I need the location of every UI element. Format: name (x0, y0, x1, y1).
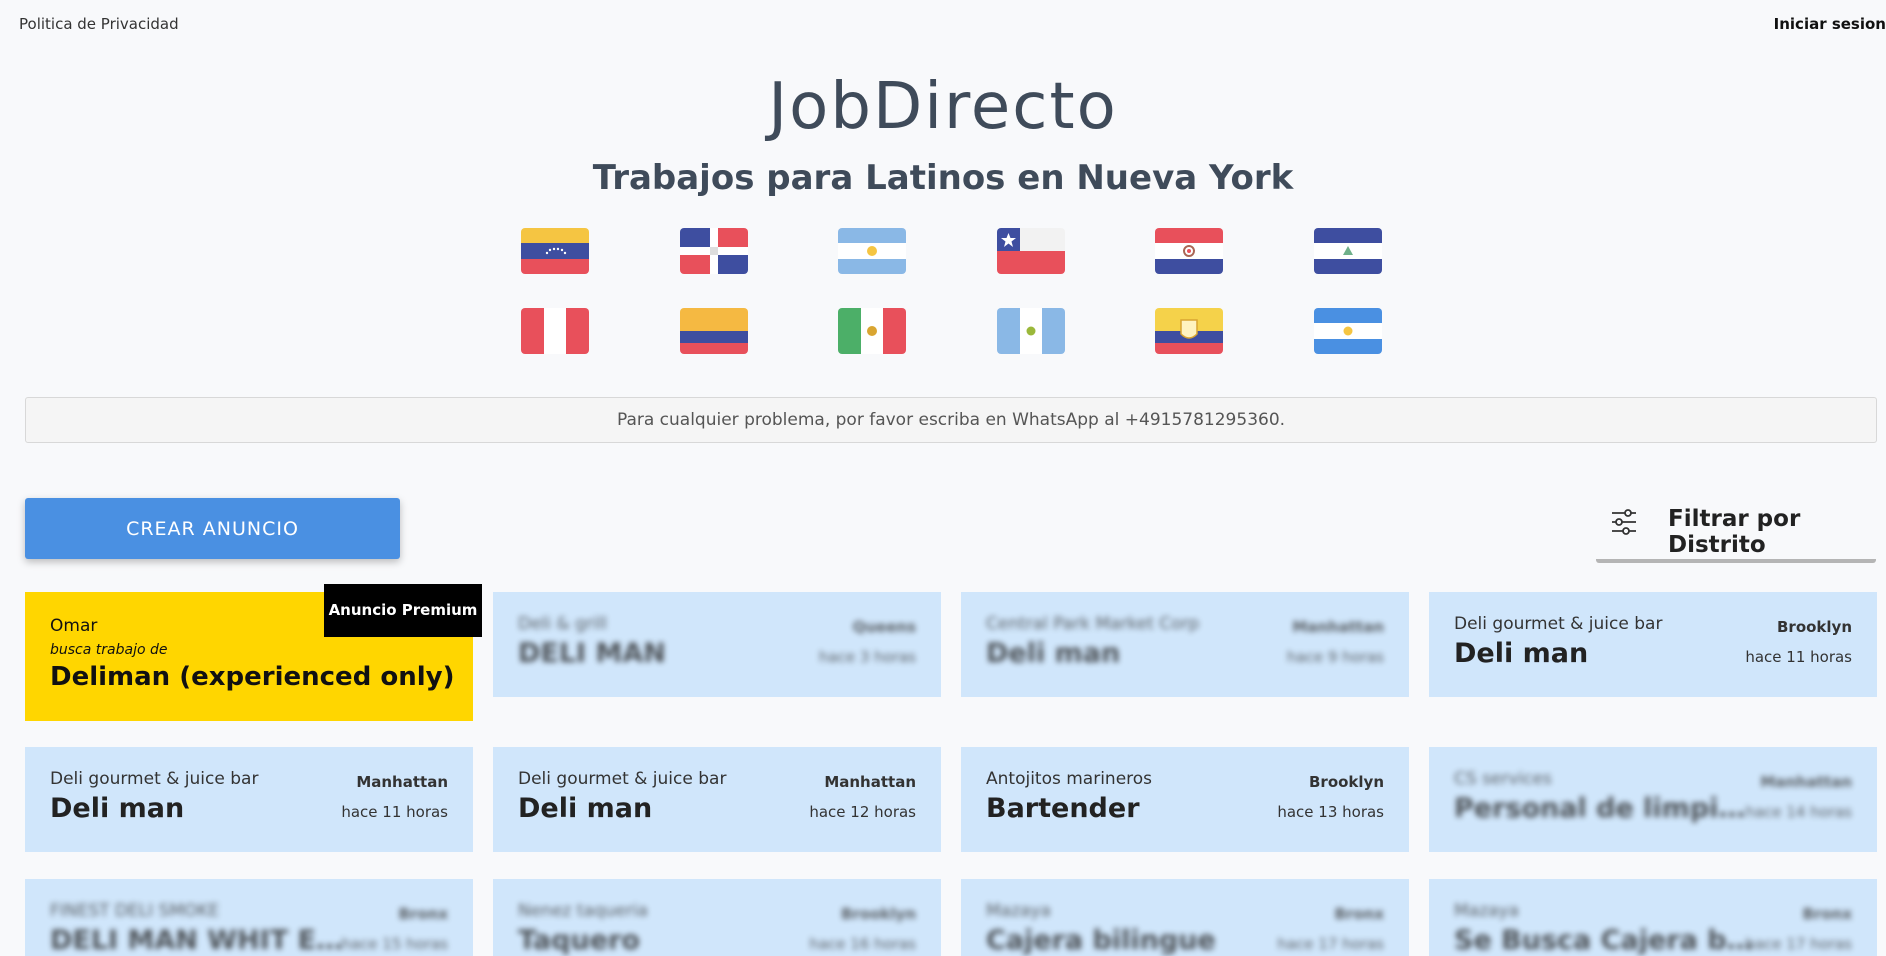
job-company: Deli gourmet & juice bar (50, 769, 259, 789)
job-district: Manhattan (824, 773, 916, 791)
job-time: hace 13 horas (1277, 803, 1384, 821)
dominican-republic-flag[interactable] (680, 228, 748, 274)
job-card[interactable]: Deli gourmet & juice bar Deli man Manhat… (25, 747, 473, 852)
ecuador-flag[interactable] (1155, 308, 1223, 354)
login-link[interactable]: Iniciar sesion (1774, 15, 1886, 33)
job-district: Manhattan (356, 773, 448, 791)
guatemala-flag[interactable] (997, 308, 1065, 354)
venezuela-flag[interactable] (521, 228, 589, 274)
job-time: hace 11 horas (1745, 648, 1852, 666)
job-district: Bronx (1802, 905, 1853, 923)
peru-flag[interactable] (521, 308, 589, 354)
filter-district-button[interactable]: Filtrar por Distrito (1596, 488, 1876, 563)
mexico-flag[interactable] (838, 308, 906, 354)
create-ad-button[interactable]: CREAR ANUNCIO (25, 498, 400, 559)
job-title: Personal de limpiezas ... (1454, 793, 1754, 824)
job-title: Bartender (986, 793, 1140, 824)
job-district: Brooklyn (840, 905, 916, 923)
job-title: Deli man (50, 793, 185, 824)
job-district: Bronx (1334, 905, 1385, 923)
job-title: Cajera bilingue (986, 925, 1216, 956)
job-company: FINEST DELI SMOKE (50, 901, 220, 921)
sliders-icon (1608, 506, 1640, 542)
premium-ad-seeks: busca trabajo de (50, 642, 168, 658)
job-card[interactable]: Mazaya Se Busca Cajera biling... Bronx h… (1429, 879, 1877, 956)
filter-district-label: Filtrar por Distrito (1668, 506, 1801, 558)
premium-ad-title: Deliman (experienced only) (50, 662, 455, 692)
job-card[interactable]: Antojitos marineros Bartender Brooklyn h… (961, 747, 1409, 852)
job-district: Brooklyn (1308, 773, 1384, 791)
top-bar: Politica de Privacidad Iniciar sesion (0, 0, 1886, 48)
job-title: Se Busca Cajera biling... (1454, 925, 1754, 956)
premium-badge: Anuncio Premium (324, 584, 482, 637)
job-card[interactable]: Central Park Market Corp Deli man Manhat… (961, 592, 1409, 697)
job-title: Deli man (986, 638, 1121, 669)
honduras-flag[interactable] (1314, 308, 1382, 354)
premium-ad-name: Omar (50, 616, 98, 636)
job-time: hace 14 horas (1745, 803, 1852, 821)
job-card[interactable]: Nenez taqueria Taquero Brooklyn hace 16 … (493, 879, 941, 956)
job-company: CS services (1454, 769, 1552, 789)
whatsapp-notice: Para cualquier problema, por favor escri… (25, 397, 1877, 443)
job-company: Deli & grill (518, 614, 608, 634)
job-district: Queens (852, 618, 916, 636)
job-time: hace 16 horas (809, 935, 916, 953)
argentina-flag[interactable] (838, 228, 906, 274)
job-card[interactable]: Deli gourmet & juice bar Deli man Manhat… (493, 747, 941, 852)
colombia-flag[interactable] (680, 308, 748, 354)
job-card[interactable]: CS services Personal de limpiezas ... Ma… (1429, 747, 1877, 852)
chile-flag[interactable] (997, 228, 1065, 274)
job-company: Deli gourmet & juice bar (518, 769, 727, 789)
job-title: DELI MAN (518, 638, 666, 669)
job-title: Taquero (518, 925, 640, 956)
nicaragua-flag[interactable] (1314, 228, 1382, 274)
job-title: DELI MAN WHIT EXPE... (50, 925, 350, 956)
job-company: Antojitos marineros (986, 769, 1153, 789)
job-company: Mazaya (1454, 901, 1519, 921)
job-time: hace 3 horas (818, 648, 916, 666)
site-logo[interactable]: JobDirecto (0, 70, 1886, 144)
job-time: hace 11 horas (341, 803, 448, 821)
job-card[interactable]: Mazaya Cajera bilingue Bronx hace 17 hor… (961, 879, 1409, 956)
job-company: Mazaya (986, 901, 1051, 921)
job-district: Manhattan (1292, 618, 1384, 636)
job-title: Deli man (518, 793, 653, 824)
job-district: Brooklyn (1776, 618, 1852, 636)
job-company: Deli gourmet & juice bar (1454, 614, 1663, 634)
job-card[interactable]: FINEST DELI SMOKE DELI MAN WHIT EXPE... … (25, 879, 473, 956)
job-time: hace 9 horas (1286, 648, 1384, 666)
privacy-policy-link[interactable]: Politica de Privacidad (19, 15, 179, 33)
job-company: Nenez taqueria (518, 901, 648, 921)
job-district: Bronx (398, 905, 449, 923)
job-card[interactable]: Deli gourmet & juice bar Deli man Brookl… (1429, 592, 1877, 697)
job-time: hace 17 horas (1277, 935, 1384, 953)
job-card[interactable]: Deli & grill DELI MAN Queens hace 3 hora… (493, 592, 941, 697)
job-title: Deli man (1454, 638, 1589, 669)
job-time: hace 15 horas (341, 935, 448, 953)
job-time: hace 17 horas (1745, 935, 1852, 953)
job-district: Manhattan (1760, 773, 1852, 791)
job-time: hace 12 horas (809, 803, 916, 821)
paraguay-flag[interactable] (1155, 228, 1223, 274)
page-subtitle: Trabajos para Latinos en Nueva York (592, 158, 1294, 198)
job-company: Central Park Market Corp (986, 614, 1200, 634)
